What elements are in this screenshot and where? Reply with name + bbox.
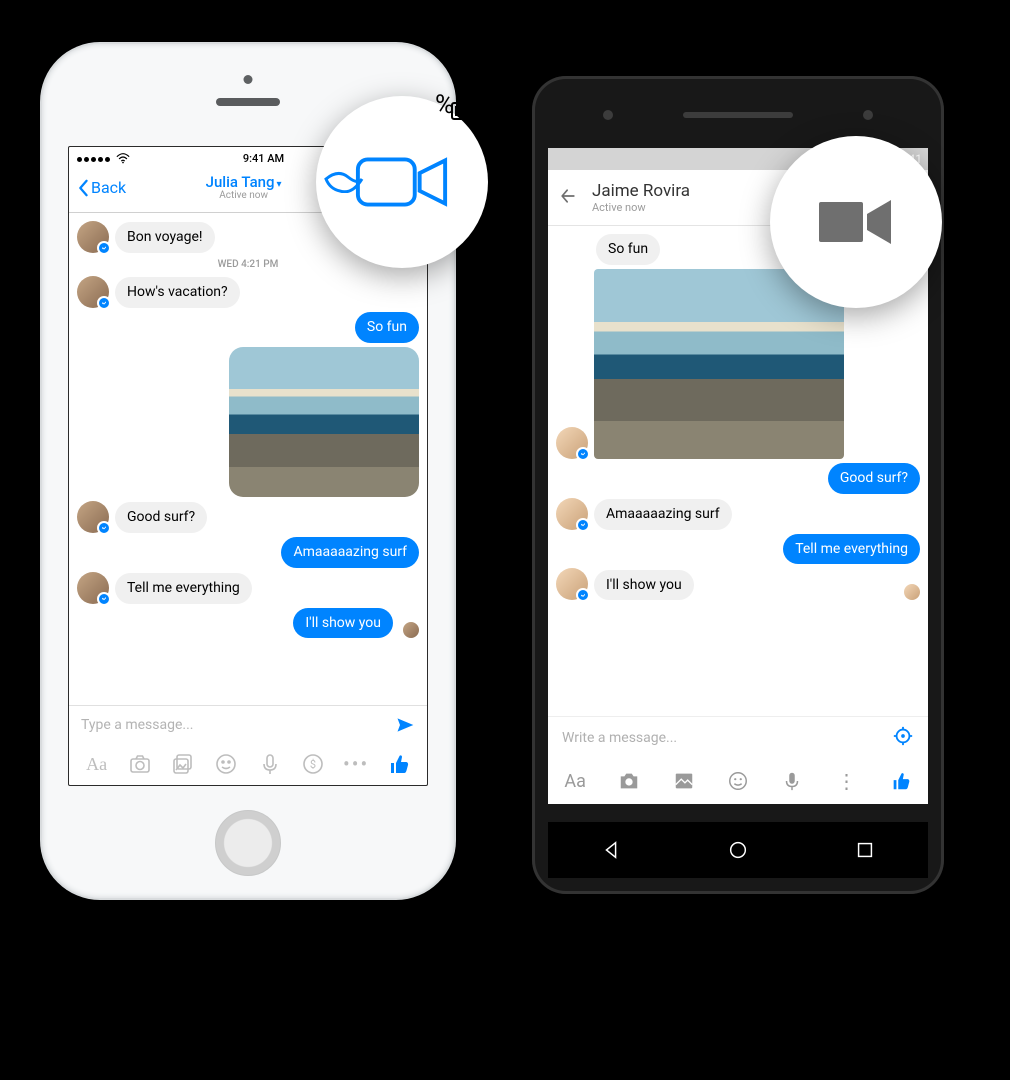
message-row (77, 347, 419, 497)
message-bubble[interactable]: So fun (596, 234, 660, 265)
contact-status: Active now (592, 201, 690, 214)
like-button[interactable] (386, 751, 412, 777)
message-bubble[interactable]: Bon voyage! (115, 222, 215, 253)
message-bubble[interactable]: I'll show you (594, 570, 694, 601)
avatar[interactable] (556, 568, 588, 600)
back-button[interactable]: Back (77, 178, 126, 197)
messenger-badge-icon (97, 296, 111, 310)
camera-button[interactable] (127, 751, 153, 777)
messenger-badge-icon (97, 241, 111, 255)
messenger-badge-icon (97, 521, 111, 535)
avatar[interactable] (556, 427, 588, 459)
avatar[interactable] (77, 572, 109, 604)
video-call-icon-large (353, 152, 451, 212)
location-button[interactable] (892, 725, 914, 751)
messenger-badge-icon (576, 447, 590, 461)
chevron-left-icon (77, 179, 89, 197)
voice-button[interactable] (257, 751, 283, 777)
message-input-placeholder: Write a message... (562, 730, 892, 746)
message-row: Amaaaaazing surf (556, 498, 920, 530)
android-speaker (683, 112, 793, 118)
nav-recent-icon[interactable] (854, 839, 876, 861)
lips-fragment-icon (324, 171, 364, 193)
message-input-row[interactable]: Type a message... (69, 705, 427, 743)
camera-button[interactable] (615, 770, 643, 792)
message-row: Good surf? (77, 501, 419, 533)
signal-dots-icon (77, 152, 112, 165)
message-row: Good surf? (556, 463, 920, 494)
battery-fragment-icon (451, 102, 485, 120)
nav-home-icon[interactable] (727, 839, 749, 861)
nav-back-icon[interactable] (600, 839, 622, 861)
message-bubble[interactable]: Tell me everything (783, 534, 920, 565)
photo-attachment[interactable] (594, 269, 844, 459)
text-format-button[interactable]: Aa (84, 751, 110, 777)
svg-text:$: $ (310, 758, 316, 771)
avatar[interactable] (77, 221, 109, 253)
message-row: Tell me everything (556, 534, 920, 565)
message-bubble[interactable]: Good surf? (115, 502, 207, 533)
back-button[interactable] (558, 186, 578, 210)
iphone-home-button[interactable] (215, 810, 281, 876)
message-bubble[interactable]: Good surf? (828, 463, 920, 494)
message-row: I'll show you (77, 608, 419, 639)
messenger-badge-icon (576, 518, 590, 532)
android-toolbar: Aa ⋮ (548, 758, 928, 804)
seen-indicator-avatar (904, 584, 920, 600)
avatar[interactable] (77, 501, 109, 533)
more-button[interactable]: ••• (343, 751, 369, 777)
seen-indicator-avatar (403, 622, 419, 638)
message-bubble[interactable]: I'll show you (293, 608, 393, 639)
wifi-icon (116, 153, 130, 164)
contact-name: Julia Tang (206, 173, 275, 191)
gallery-button[interactable] (170, 751, 196, 777)
zoom-callout-android-video-icon (770, 136, 942, 308)
text-format-button[interactable]: Aa (561, 771, 589, 792)
message-bubble[interactable]: So fun (355, 312, 419, 343)
emoji-button[interactable] (213, 751, 239, 777)
message-row: So fun (77, 312, 419, 343)
back-label: Back (91, 178, 126, 197)
zoom-callout-ios-video-icon: % (316, 96, 488, 268)
chevron-down-icon: ▾ (277, 179, 282, 190)
message-input-placeholder: Type a message... (81, 717, 395, 733)
message-bubble[interactable]: Amaaaaazing surf (594, 499, 732, 530)
message-bubble[interactable]: Amaaaaazing surf (281, 537, 419, 568)
message-row: How's vacation? (77, 276, 419, 308)
message-row: Tell me everything (77, 572, 419, 604)
message-row: I'll show you (556, 568, 920, 600)
contact-name: Jaime Rovira (592, 181, 690, 201)
messenger-badge-icon (576, 588, 590, 602)
emoji-button[interactable] (724, 770, 752, 792)
message-input-row[interactable]: Write a message... (548, 716, 928, 758)
android-nav-bar (548, 822, 928, 878)
message-bubble[interactable]: Tell me everything (115, 573, 252, 604)
like-button[interactable] (887, 770, 915, 792)
iphone-speaker (216, 98, 280, 106)
messenger-badge-icon (97, 592, 111, 606)
payments-button[interactable]: $ (300, 751, 326, 777)
iphone-front-camera (244, 75, 253, 84)
message-bubble[interactable]: How's vacation? (115, 277, 240, 308)
more-button[interactable]: ⋮ (833, 776, 861, 786)
video-call-icon-large (815, 194, 897, 250)
voice-button[interactable] (778, 770, 806, 792)
gallery-button[interactable] (670, 770, 698, 792)
photo-attachment[interactable] (229, 347, 419, 497)
chat-title-group[interactable]: Jaime Rovira Active now (592, 181, 690, 214)
send-icon[interactable] (395, 715, 415, 735)
avatar[interactable] (77, 276, 109, 308)
ios-toolbar: Aa $ ••• (69, 743, 427, 785)
avatar[interactable] (556, 498, 588, 530)
message-row: Amaaaaazing surf (77, 537, 419, 568)
chat-scroll-area[interactable]: Bon voyage! WED 4:21 PM How's vacation? … (69, 213, 427, 705)
